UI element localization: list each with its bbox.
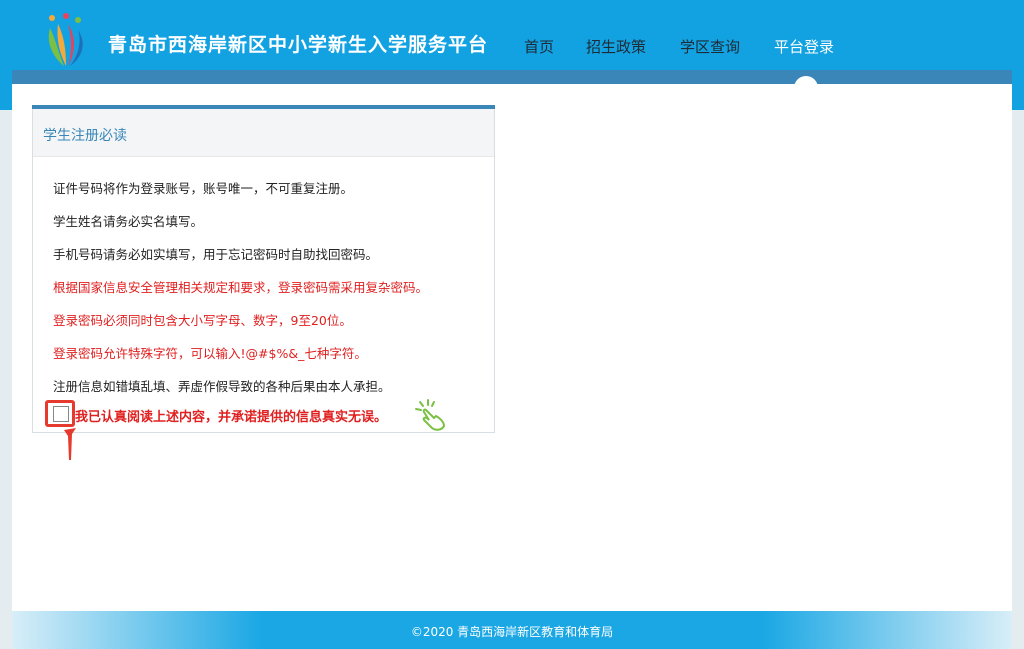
checkbox-highlight-box (45, 400, 75, 427)
logo-icon (48, 13, 83, 66)
rule-item-warning: 登录密码必须同时包含大小写字母、数字，9至20位。 (53, 313, 352, 328)
footer-copyright: ©2020 青岛西海岸新区教育和体育局 (410, 625, 614, 639)
rule-item-warning: 登录密码允许特殊字符，可以输入!@#$%&_七种字符。 (53, 346, 367, 361)
card-title: 学生注册必读 (43, 128, 127, 144)
footer: ©2020 青岛西海岸新区教育和体育局 (12, 611, 1012, 649)
pointing-hand-icon (415, 399, 446, 431)
nav-item-policy[interactable]: 招生政策 (586, 36, 646, 57)
site-title: 青岛市西海岸新区中小学新生入学服务平台 (108, 34, 489, 56)
rule-item: 证件号码将作为登录账号，账号唯一，不可重复注册。 (53, 181, 354, 196)
nav-item-login[interactable]: 平台登录 (774, 36, 834, 57)
registration-notice-card: 学生注册必读 证件号码将作为登录账号，账号唯一，不可重复注册。 学生姓名请务必实… (32, 105, 495, 433)
nav-item-district[interactable]: 学区查询 (680, 36, 740, 57)
rule-item: 学生姓名请务必实名填写。 (53, 214, 204, 229)
agree-label[interactable]: 我已认真阅读上述内容，并承诺提供的信息真实无误。 (75, 406, 387, 425)
header-strip (12, 70, 1012, 84)
main-content: 学生注册必读 证件号码将作为登录账号，账号唯一，不可重复注册。 学生姓名请务必实… (12, 84, 1012, 611)
rule-item: 注册信息如错填乱填、弄虚作假导致的各种后果由本人承担。 (53, 379, 391, 394)
card-header: 学生注册必读 (33, 109, 494, 157)
arrow-up-icon (64, 428, 76, 460)
nav-item-home[interactable]: 首页 (524, 36, 554, 57)
rule-item: 手机号码请务必如实填写，用于忘记密码时自助找回密码。 (53, 247, 379, 262)
rule-item-warning: 根据国家信息安全管理相关规定和要求，登录密码需采用复杂密码。 (53, 280, 429, 295)
